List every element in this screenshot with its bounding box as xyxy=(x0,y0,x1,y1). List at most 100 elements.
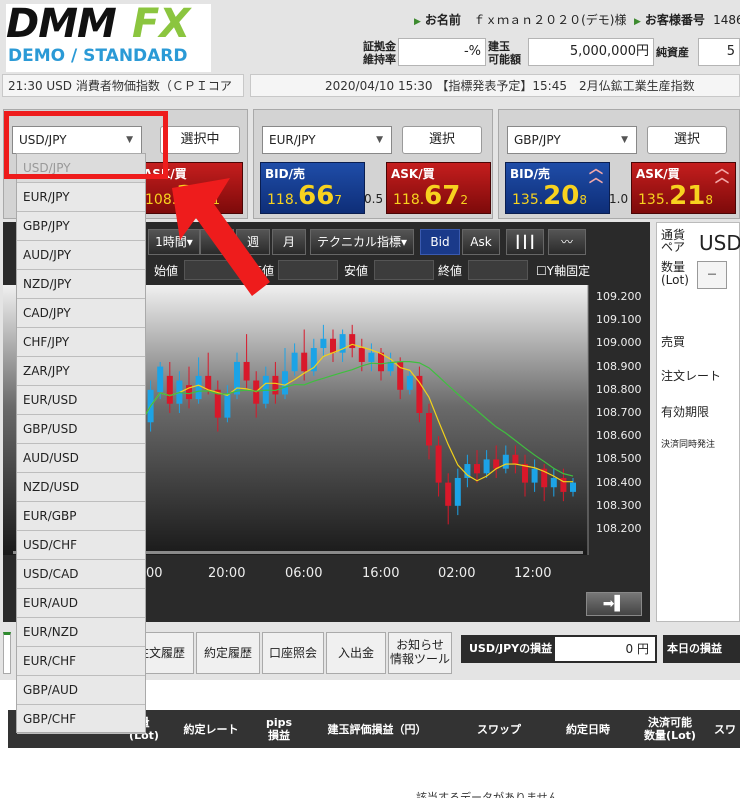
bid-button-3[interactable]: BID/売 ︿ ︿ 135.208 xyxy=(505,162,610,214)
low-label: 安値 xyxy=(344,264,369,278)
candle-body xyxy=(570,482,576,492)
pair-select-2[interactable]: EUR/JPY ▼ xyxy=(262,126,392,154)
triangle-icon: ▶ xyxy=(414,17,421,27)
tab-news-tools[interactable]: お知らせ 情報ツール xyxy=(388,632,452,674)
close-field xyxy=(468,260,528,280)
dropdown-item-chf-jpy[interactable]: CHF/JPY xyxy=(17,328,145,357)
news-bar: 21:30 USD 消費者物価指数（ＣＰＩコア 2020/04/10 15:30… xyxy=(2,74,740,97)
order-pair: USD xyxy=(699,231,740,255)
y-tick-label: 108.800 xyxy=(596,382,642,396)
up-arrow-icon: ︿ ︿ xyxy=(715,161,729,186)
dropdown-item-aud-usd[interactable]: AUD/USD xyxy=(17,444,145,473)
select-pair-button-3[interactable]: 選択 xyxy=(647,126,727,154)
tab-home[interactable] xyxy=(3,632,11,674)
ask-button-2[interactable]: ASK/買 118.672 xyxy=(386,162,491,214)
bid-toggle[interactable]: Bid xyxy=(420,229,460,255)
pair-panel-3: GBP/JPY ▼ 選択 BID/売 ︿ ︿ 135.208 1.0 ASK/買 ︿… xyxy=(498,109,740,219)
yaxis-fix-checkbox[interactable]: ☐Y軸固定 xyxy=(536,262,590,279)
candle-body xyxy=(454,477,461,506)
y-tick-label: 108.200 xyxy=(596,522,642,535)
y-tick-label: 109.100 xyxy=(596,313,642,327)
dropdown-item-eur-nzd[interactable]: EUR/NZD xyxy=(17,618,145,647)
candle-body xyxy=(445,482,452,506)
ask-button-3[interactable]: ASK/買 ︿ ︿ 135.218 xyxy=(631,162,736,214)
logo-subtitle: DEMO / STANDARD xyxy=(8,46,188,66)
candle-body xyxy=(426,413,432,446)
th-swap: スワップ xyxy=(477,722,521,736)
pair-label: 通貨 ペア xyxy=(661,228,686,254)
dropdown-item-gbp-jpy[interactable]: GBP/JPY xyxy=(17,212,145,241)
dropdown-item-usd-cad[interactable]: USD/CAD xyxy=(17,560,145,589)
ask-toggle[interactable]: Ask xyxy=(462,229,500,255)
select-pair-button-1[interactable]: 選択中 xyxy=(160,126,240,154)
dropdown-item-gbp-chf[interactable]: GBP/CHF xyxy=(17,705,145,734)
red-highlight-box xyxy=(4,111,168,179)
x-tick-label: 00 xyxy=(146,566,163,581)
select-pair-button-2[interactable]: 選択 xyxy=(402,126,482,154)
dropdown-item-gbp-usd[interactable]: GBP/USD xyxy=(17,415,145,444)
triangle-icon: ▶ xyxy=(634,17,641,27)
dropdown-item-aud-jpy[interactable]: AUD/JPY xyxy=(17,241,145,270)
x-tick-label: 02:00 xyxy=(438,566,476,581)
candle-body xyxy=(166,375,173,404)
close-label: 終値 xyxy=(438,264,463,278)
account-name: ▶ お名前 ｆｘｍａｎ２０２０(デモ)様 xyxy=(414,13,627,27)
high-field xyxy=(278,260,338,280)
th-settle-qty: 決済可能 数量(Lot) xyxy=(644,716,696,742)
dropdown-item-eur-jpy[interactable]: EUR/JPY xyxy=(17,183,145,212)
dropdown-item-eur-gbp[interactable]: EUR/GBP xyxy=(17,502,145,531)
order-panel: 通貨 ペア USD 数量 (Lot) － 売買 注文レート 有効期限 決済同時発注 xyxy=(656,222,740,622)
dropdown-item-nzd-jpy[interactable]: NZD/JPY xyxy=(17,270,145,299)
red-arrow-annotation xyxy=(172,178,270,296)
expiry-label: 有効期限 xyxy=(661,405,710,419)
candle-body xyxy=(474,464,480,474)
dropdown-item-nzd-usd[interactable]: NZD/USD xyxy=(17,473,145,502)
quantity-label: 数量 (Lot) xyxy=(661,260,689,287)
th-exec-time: 約定日時 xyxy=(566,722,610,736)
candle-body xyxy=(195,375,202,400)
candle-body xyxy=(301,352,308,372)
news-ticker-left[interactable]: 21:30 USD 消費者物価指数（ＣＰＩコア xyxy=(2,74,244,97)
dropdown-item-eur-usd[interactable]: EUR/USD xyxy=(17,386,145,415)
news-ticker-right[interactable]: 2020/04/10 15:30 【指標発表予定】15:45 2月仏鉱工業生産指… xyxy=(250,74,740,97)
pnl-value: 0 円 xyxy=(555,637,655,661)
technical-indicator-button[interactable]: テクニカル指標▾ xyxy=(310,229,414,255)
dropdown-item-zar-jpy[interactable]: ZAR/JPY xyxy=(17,357,145,386)
margin-ratio-value: -% xyxy=(398,38,486,66)
tab-deposit-withdraw[interactable]: 入出金 xyxy=(326,632,386,674)
net-asset-value: 5 xyxy=(698,38,740,66)
y-tick-label: 108.600 xyxy=(596,429,642,443)
tab-account-inquiry[interactable]: 口座照会 xyxy=(262,632,324,674)
net-asset-label: 純資産 xyxy=(656,46,689,59)
x-tick-label: 12:00 xyxy=(514,566,552,581)
candle-body xyxy=(272,375,279,395)
candlestick-icon[interactable]: ┃┃┃ xyxy=(506,229,544,255)
y-tick-label: 109.000 xyxy=(596,336,642,350)
candle-body xyxy=(157,366,164,393)
th-pips: pips 損益 xyxy=(265,716,293,742)
candle-body xyxy=(435,445,442,483)
logo-dmm: DMM xyxy=(6,1,117,47)
low-field xyxy=(374,260,434,280)
candle-body xyxy=(320,338,327,349)
margin-ratio-label: 証拠金 維持率 xyxy=(363,40,396,66)
settle-label: 決済同時発注 xyxy=(661,440,716,450)
dropdown-item-eur-chf[interactable]: EUR/CHF xyxy=(17,647,145,676)
x-tick-label: 16:00 xyxy=(362,566,400,581)
no-data-message: 該当するデータがありません。 xyxy=(416,791,570,798)
expand-chart-button[interactable]: ➡▌ xyxy=(586,592,642,616)
dropdown-item-cad-jpy[interactable]: CAD/JPY xyxy=(17,299,145,328)
pair-select-3[interactable]: GBP/JPY ▼ xyxy=(507,126,637,154)
x-tick-label: 06:00 xyxy=(285,566,323,581)
ask-price-3: 135.218 xyxy=(638,181,713,211)
candle-body xyxy=(483,459,490,474)
tab-execution-history[interactable]: 約定履歴 xyxy=(196,632,260,674)
quantity-minus-button[interactable]: － xyxy=(697,261,727,289)
dropdown-item-eur-aud[interactable]: EUR/AUD xyxy=(17,589,145,618)
candle-body xyxy=(224,394,231,418)
dropdown-item-usd-chf[interactable]: USD/CHF xyxy=(17,531,145,560)
y-tick-label: 108.900 xyxy=(596,359,642,373)
line-chart-icon[interactable]: 〰 xyxy=(548,229,586,255)
dropdown-item-gbp-aud[interactable]: GBP/AUD xyxy=(17,676,145,705)
rate-label: 注文レート xyxy=(661,369,722,383)
